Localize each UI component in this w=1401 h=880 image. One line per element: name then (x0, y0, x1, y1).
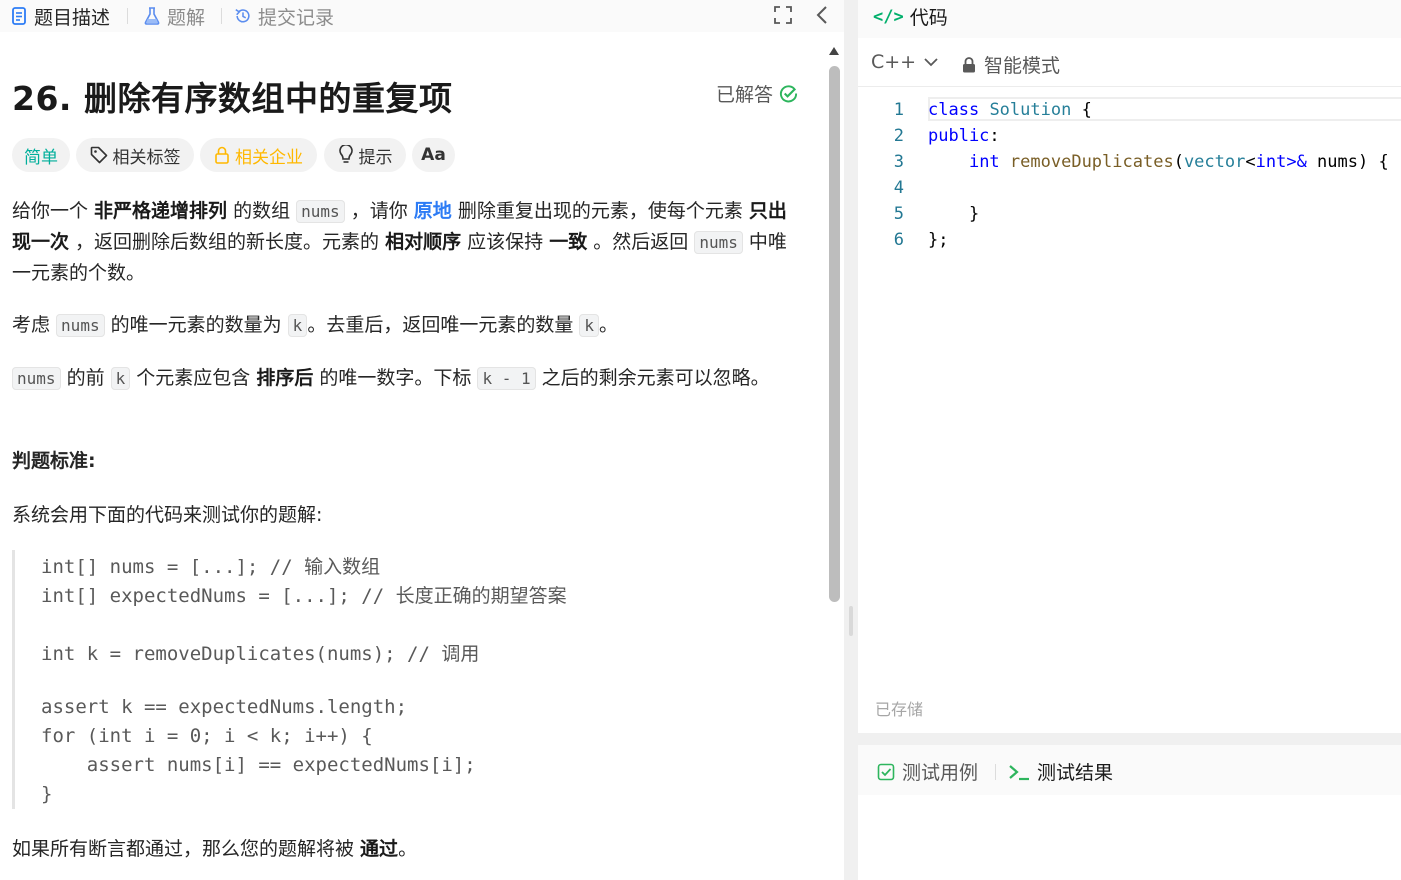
collapse-panel-icon[interactable] (809, 2, 835, 28)
code-line: int[] nums = [...]; // 输入数组 (41, 556, 381, 578)
lightbulb-icon (338, 145, 354, 165)
translate-icon: Aa (421, 145, 446, 165)
editor-tab-bar: </> 代码 (858, 0, 1401, 38)
tab-test-results-label: 测试结果 (1037, 762, 1114, 784)
code-line: assert k == expectedNums.length; (41, 696, 408, 718)
code-line: } (968, 204, 980, 224)
code-line: int k = removeDuplicates(nums); // 调用 (41, 643, 480, 665)
code-editor[interactable]: 1 2 3 4 5 6 class Solution { public: int… (858, 97, 1401, 297)
fullscreen-icon[interactable] (770, 2, 796, 28)
lock-icon (214, 146, 230, 164)
history-icon (234, 6, 252, 26)
tab-divider (995, 764, 996, 780)
hint-button[interactable]: 提示 (324, 138, 406, 172)
tab-divider (127, 8, 128, 24)
description-paragraph: 考虑 nums 的唯一元素的数量为 k 。去重后，返回唯一元素的数量 k。 (12, 314, 619, 337)
line-number: 1 (893, 100, 904, 120)
tab-description-label: 题目描述 (34, 6, 111, 29)
code-line: int removeDuplicates(vector<int>& nums) … (968, 152, 1389, 172)
lock-icon (962, 56, 976, 73)
check-circle-icon (779, 84, 798, 103)
solved-label: 已解答 (716, 84, 774, 106)
tab-code[interactable]: </> 代码 (873, 3, 948, 30)
solved-status: 已解答 (716, 80, 798, 107)
code-editor-panel: </> 代码 C++ 智能模式 1 2 3 4 5 6 class Soluti… (858, 0, 1401, 733)
judge-heading: 判题标准: (12, 450, 96, 472)
in-place-link[interactable]: 原地 (414, 200, 452, 222)
test-panel: 测试用例 测试结果 (858, 745, 1401, 880)
test-tab-bar: 测试用例 测试结果 (858, 745, 1401, 795)
scrollbar-thumb[interactable] (829, 66, 840, 602)
judge-code-block: int[] nums = [...]; // 输入数组 int[] expect… (12, 550, 805, 809)
tab-solution[interactable]: 题解 (143, 3, 205, 29)
tab-description[interactable]: 题目描述 (10, 3, 110, 29)
description-paragraph: nums 的前 k 个元素应包含 排序后 的唯一数字。下标 k - 1 之后的剩… (12, 363, 802, 394)
font-size-button[interactable]: Aa (412, 138, 455, 172)
line-number: 3 (893, 152, 904, 172)
panel-divider[interactable] (844, 0, 858, 880)
problem-panel: 题目描述 题解 提交记录 26. 删除有序数组中的重复项 已解答 简单 相关标签… (0, 0, 844, 880)
related-companies-button[interactable]: 相关企业 (200, 138, 317, 172)
code-line: public: (928, 126, 1000, 146)
tab-testcases-label: 测试用例 (902, 762, 979, 784)
language-label: C++ (871, 51, 917, 73)
related-companies-label: 相关企业 (235, 147, 303, 168)
document-icon (10, 6, 28, 26)
chevron-down-icon (924, 57, 938, 67)
tab-solution-label: 题解 (167, 6, 206, 29)
line-number: 2 (893, 126, 904, 146)
saved-status: 已存储 (875, 700, 924, 719)
difficulty-badge: 简单 (12, 138, 70, 172)
description-paragraph: 如果所有断言都通过，那么您的题解将被 通过。 (12, 838, 418, 860)
smart-mode-toggle[interactable]: 智能模式 (962, 51, 1060, 78)
tag-icon (90, 146, 108, 164)
editor-toolbar (858, 40, 1401, 87)
code-line: } (41, 783, 53, 805)
tab-submissions[interactable]: 提交记录 (234, 3, 334, 29)
code-line: class Solution { (928, 100, 1092, 120)
hint-label: 提示 (358, 147, 393, 168)
line-number: 6 (893, 230, 904, 250)
tab-divider (221, 8, 222, 24)
code-line: assert nums[i] == expectedNums[i]; (41, 754, 476, 776)
tab-submissions-label: 提交记录 (258, 6, 335, 29)
description-paragraph: 给你一个 非严格递增排列 的数组 nums ，请你 原地 删除重复出现的元素，使… (12, 200, 787, 284)
resize-handle[interactable] (849, 606, 853, 636)
line-number: 5 (893, 204, 904, 224)
code-line: }; (928, 230, 949, 250)
related-tags-button[interactable]: 相关标签 (76, 138, 194, 172)
code-line: int[] expectedNums = [...]; // 长度正确的期望答案 (41, 585, 567, 607)
flask-icon (143, 6, 161, 26)
tab-code-label: 代码 (909, 7, 948, 29)
left-tab-bar: 题目描述 题解 提交记录 (0, 0, 844, 32)
terminal-icon (1008, 763, 1030, 781)
checkbox-icon (877, 763, 895, 781)
smart-mode-label: 智能模式 (984, 55, 1061, 77)
judge-intro: 系统会用下面的代码来测试你的题解: (12, 504, 323, 526)
scroll-up-arrow-icon[interactable] (829, 47, 839, 55)
tab-testcases[interactable]: 测试用例 (877, 758, 978, 785)
page-title: 26. 删除有序数组中的重复项 (12, 79, 453, 118)
code-line: for (int i = 0; i < k; i++) { (41, 725, 373, 747)
related-tags-label: 相关标签 (112, 147, 181, 168)
tab-test-results[interactable]: 测试结果 (1008, 758, 1113, 785)
language-select[interactable]: C++ (871, 51, 938, 73)
line-number: 4 (893, 178, 904, 198)
code-icon: </> (873, 6, 904, 27)
